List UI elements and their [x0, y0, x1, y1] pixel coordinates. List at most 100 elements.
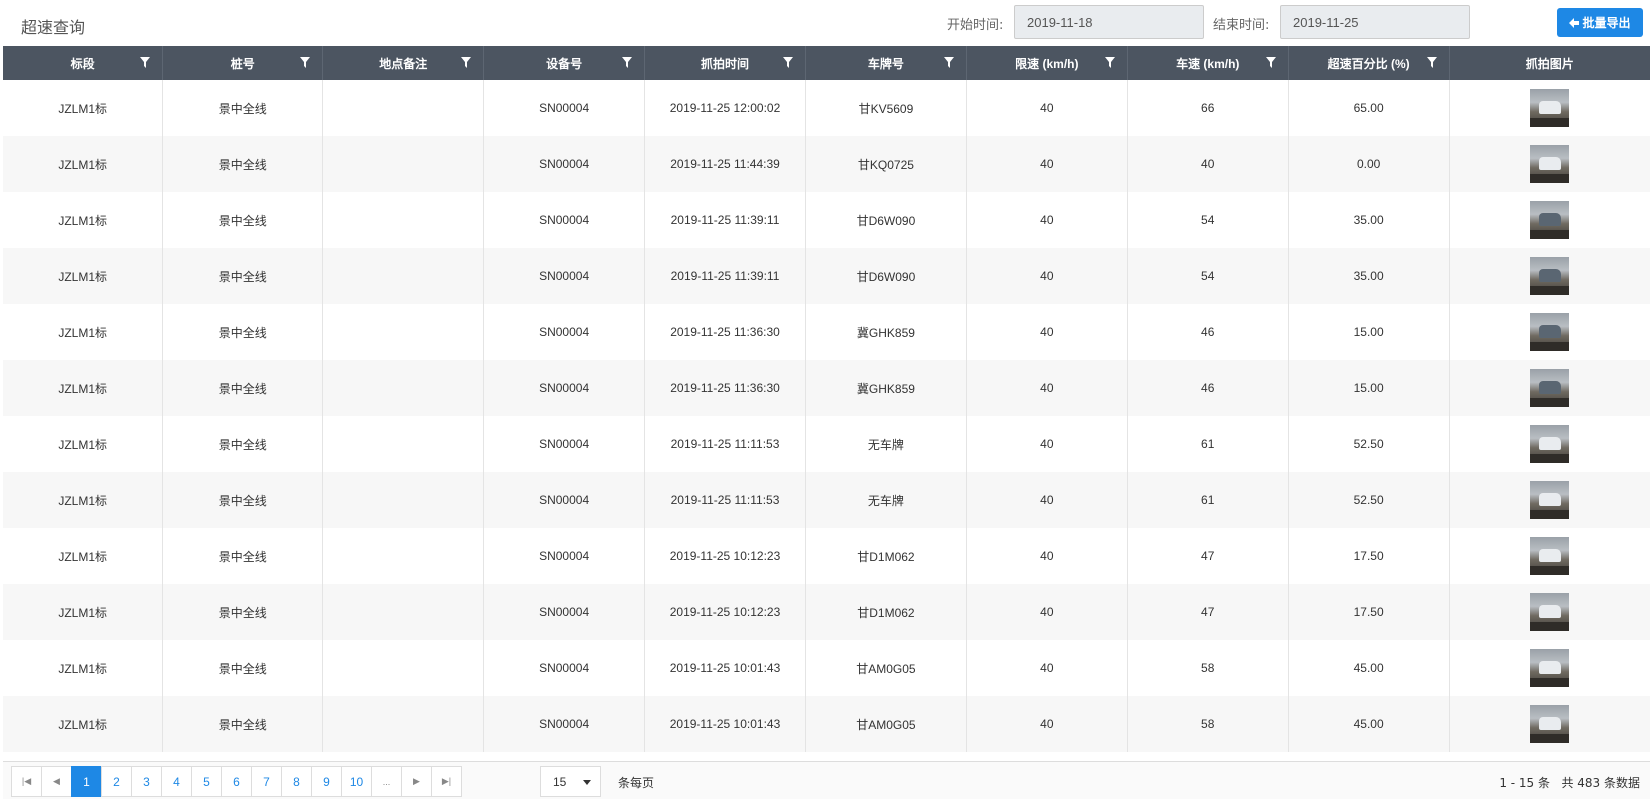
filter-icon[interactable] — [622, 57, 633, 68]
capture-image-cell — [1449, 136, 1650, 192]
filter-icon[interactable] — [1265, 57, 1276, 68]
page-button[interactable]: 9 — [311, 766, 342, 797]
table-header-row: 标段 桩号 地点备注 设备号 抓拍时间 车牌号 限速 (km/h) 车速 (km… — [3, 46, 1650, 80]
speed-cell: 54 — [1127, 192, 1289, 248]
speed-cell: 47 — [1127, 584, 1289, 640]
location-note-cell — [322, 696, 485, 752]
capture-thumbnail[interactable] — [1530, 201, 1570, 239]
capture-thumbnail[interactable] — [1530, 257, 1570, 295]
table-row[interactable]: JZLM1标 景中全线 SN00004 2019-11-25 11:36:30 冀GHK… — [3, 360, 1650, 416]
table-row[interactable]: JZLM1标 景中全线 SN00004 2019-11-25 12:00:02 甘KV5… — [3, 80, 1650, 136]
table-body: JZLM1标 景中全线 SN00004 2019-11-25 12:00:02 甘KV5… — [3, 80, 1650, 752]
column-header[interactable]: 抓拍时间 — [644, 46, 806, 80]
column-header[interactable]: 地点备注 — [322, 46, 485, 80]
location-note-cell — [322, 416, 485, 472]
table-row[interactable]: JZLM1标 景中全线 SN00004 2019-11-25 11:11:53 无车牌 4… — [3, 416, 1650, 472]
filter-icon[interactable] — [1104, 57, 1115, 68]
table-row[interactable]: JZLM1标 景中全线 SN00004 2019-11-25 11:44:39 甘KQ0… — [3, 136, 1650, 192]
plate-cell: 甘AM0G05 — [805, 696, 967, 752]
capture-time-cell: 2019-11-25 10:01:43 — [644, 696, 806, 752]
filter-icon[interactable] — [943, 57, 954, 68]
capture-time-cell: 2019-11-25 11:11:53 — [644, 416, 806, 472]
speed-cell: 47 — [1127, 528, 1289, 584]
plate-cell: 无车牌 — [805, 472, 967, 528]
page-button[interactable]: 10 — [341, 766, 372, 797]
capture-thumbnail[interactable] — [1530, 649, 1570, 687]
column-header[interactable]: 设备号 — [483, 46, 646, 80]
batch-export-button[interactable]: 批量导出 — [1557, 8, 1643, 37]
page-button[interactable]: 4 — [161, 766, 192, 797]
location-note-cell — [322, 248, 485, 304]
filter-icon[interactable] — [782, 57, 793, 68]
start-date-input[interactable]: 2019-11-18 — [1014, 5, 1204, 39]
table-row[interactable]: JZLM1标 景中全线 SN00004 2019-11-25 10:12:23 甘D1M… — [3, 584, 1650, 640]
location-note-cell — [322, 192, 485, 248]
plate-cell: 冀GHK859 — [805, 360, 967, 416]
last-page-button[interactable]: ▶| — [431, 766, 462, 797]
page-button[interactable]: 2 — [101, 766, 132, 797]
capture-image-cell — [1449, 304, 1650, 360]
filter-icon[interactable] — [1426, 57, 1437, 68]
plate-cell: 无车牌 — [805, 416, 967, 472]
column-header[interactable]: 车速 (km/h) — [1127, 46, 1289, 80]
chevron-down-icon — [583, 780, 591, 785]
table-row[interactable]: JZLM1标 景中全线 SN00004 2019-11-25 11:39:11 甘D6W… — [3, 192, 1650, 248]
section-cell: JZLM1标 — [3, 248, 164, 304]
device-cell: SN00004 — [483, 192, 646, 248]
capture-thumbnail[interactable] — [1530, 537, 1570, 575]
first-page-button[interactable]: |◀ — [11, 766, 42, 797]
end-time-label: 结束时间: — [1213, 18, 1270, 33]
device-cell: SN00004 — [483, 472, 646, 528]
capture-image-cell — [1449, 360, 1650, 416]
speed-cell: 54 — [1127, 248, 1289, 304]
capture-thumbnail[interactable] — [1530, 89, 1570, 127]
page-button[interactable]: 5 — [191, 766, 222, 797]
column-header-label: 地点备注 — [379, 56, 428, 71]
page-button[interactable]: 6 — [221, 766, 252, 797]
capture-thumbnail[interactable] — [1530, 145, 1570, 183]
column-header[interactable]: 桩号 — [162, 46, 324, 80]
table-row[interactable]: JZLM1标 景中全线 SN00004 2019-11-25 11:36:30 冀GHK… — [3, 304, 1650, 360]
page-title: 超速查询 — [21, 18, 86, 37]
overspeed-percent-cell: 15.00 — [1288, 304, 1450, 360]
prev-page-button[interactable]: ◀ — [41, 766, 72, 797]
column-header[interactable]: 车牌号 — [805, 46, 967, 80]
speed-cell: 58 — [1127, 640, 1289, 696]
table-row[interactable]: JZLM1标 景中全线 SN00004 2019-11-25 11:39:11 甘D6W… — [3, 248, 1650, 304]
table-row[interactable]: JZLM1标 景中全线 SN00004 2019-11-25 10:12:23 甘D1M… — [3, 528, 1650, 584]
filter-icon[interactable] — [300, 57, 311, 68]
page-button[interactable]: 1 — [71, 766, 102, 797]
capture-thumbnail[interactable] — [1530, 369, 1570, 407]
capture-thumbnail[interactable] — [1530, 481, 1570, 519]
end-date-input[interactable]: 2019-11-25 — [1280, 5, 1470, 39]
overspeed-percent-cell: 52.50 — [1288, 416, 1450, 472]
more-pages-button[interactable]: ... — [371, 766, 402, 797]
capture-thumbnail[interactable] — [1530, 593, 1570, 631]
page-button[interactable]: 8 — [281, 766, 312, 797]
limit-cell: 40 — [966, 416, 1128, 472]
limit-cell: 40 — [966, 360, 1128, 416]
filter-icon[interactable] — [140, 57, 151, 68]
page-button[interactable]: 7 — [251, 766, 282, 797]
table-row[interactable]: JZLM1标 景中全线 SN00004 2019-11-25 11:11:53 无车牌 4… — [3, 472, 1650, 528]
capture-thumbnail[interactable] — [1530, 313, 1570, 351]
device-cell: SN00004 — [483, 248, 646, 304]
capture-thumbnail[interactable] — [1530, 705, 1570, 743]
speed-cell: 61 — [1127, 472, 1289, 528]
column-header[interactable]: 限速 (km/h) — [966, 46, 1128, 80]
speed-cell: 46 — [1127, 304, 1289, 360]
table-row[interactable]: JZLM1标 景中全线 SN00004 2019-11-25 10:01:43 甘AM0… — [3, 696, 1650, 752]
location-note-cell — [322, 304, 485, 360]
next-page-button[interactable]: ▶ — [401, 766, 432, 797]
column-header[interactable]: 超速百分比 (%) — [1288, 46, 1450, 80]
page-size-select[interactable]: 15 — [540, 766, 601, 797]
stake-cell: 景中全线 — [162, 696, 324, 752]
capture-time-cell: 2019-11-25 10:12:23 — [644, 584, 806, 640]
filter-icon[interactable] — [461, 57, 472, 68]
capture-thumbnail[interactable] — [1530, 425, 1570, 463]
overspeed-percent-cell: 35.00 — [1288, 248, 1450, 304]
column-header-label: 车速 (km/h) — [1176, 56, 1240, 71]
column-header[interactable]: 标段 — [3, 46, 164, 80]
page-button[interactable]: 3 — [131, 766, 162, 797]
table-row[interactable]: JZLM1标 景中全线 SN00004 2019-11-25 10:01:43 甘AM0… — [3, 640, 1650, 696]
